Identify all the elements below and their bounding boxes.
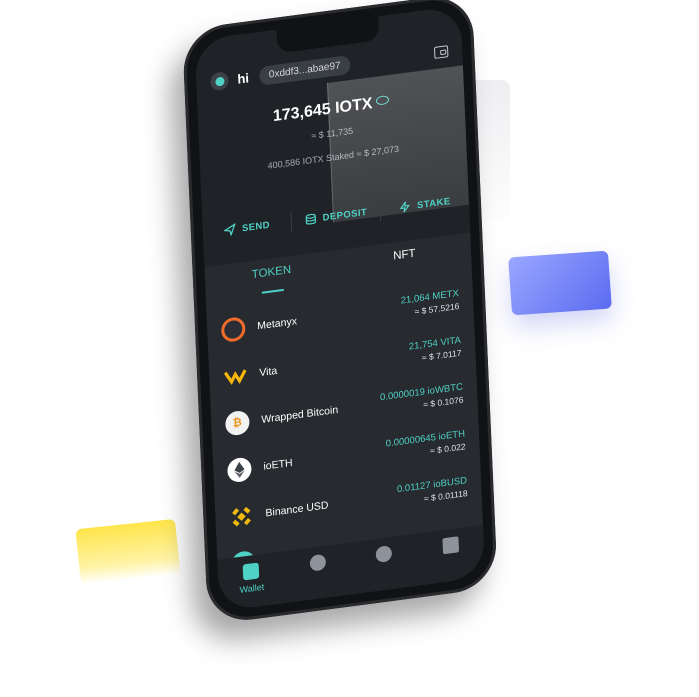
phone-mockup: hi 0xddf3...abae97 173,645 IOTX ≈ $ 11,7… [182, 0, 498, 626]
token-name: Wrapped Bitcoin [261, 403, 339, 426]
gear-icon [442, 536, 459, 555]
token-name: Metanyx [257, 314, 298, 332]
send-icon [223, 223, 236, 237]
phone-screen: hi 0xddf3...abae97 173,645 IOTX ≈ $ 11,7… [194, 5, 486, 612]
send-button[interactable]: SEND [202, 208, 291, 247]
database-icon [305, 213, 316, 225]
lightning-icon [399, 201, 411, 213]
send-label: SEND [241, 219, 271, 234]
tab-wallet-label: Wallet [239, 581, 265, 595]
stake-label: STAKE [416, 195, 451, 211]
greeting: hi [237, 69, 250, 87]
metanyx-logo-icon [220, 315, 246, 343]
chart-icon [309, 553, 326, 572]
binance-logo-icon [229, 503, 254, 530]
compass-icon [375, 545, 393, 564]
deposit-button[interactable]: DEPOSIT [291, 196, 380, 235]
ethereum-logo-icon [226, 455, 252, 483]
decorative-yellow-card [75, 518, 181, 586]
token-name: ioETH [263, 456, 293, 473]
token-name: Binance USD [265, 498, 329, 519]
tab-wallet[interactable]: Wallet [218, 559, 286, 598]
iotex-logo-icon[interactable] [210, 71, 229, 92]
tab-explore[interactable] [351, 542, 418, 567]
deposit-label: DEPOSIT [322, 206, 368, 224]
token-name: Vita [259, 364, 278, 379]
wallet-icon [242, 562, 260, 581]
vita-logo-icon [223, 362, 248, 389]
decorative-blue-card [508, 250, 612, 316]
bitcoin-logo-icon: ₿ [224, 409, 250, 437]
wallet-icon[interactable] [433, 45, 449, 59]
tab-markets[interactable] [284, 550, 351, 575]
phone-frame: hi 0xddf3...abae97 173,645 IOTX ≈ $ 11,7… [182, 0, 498, 626]
tab-settings[interactable] [417, 533, 484, 558]
